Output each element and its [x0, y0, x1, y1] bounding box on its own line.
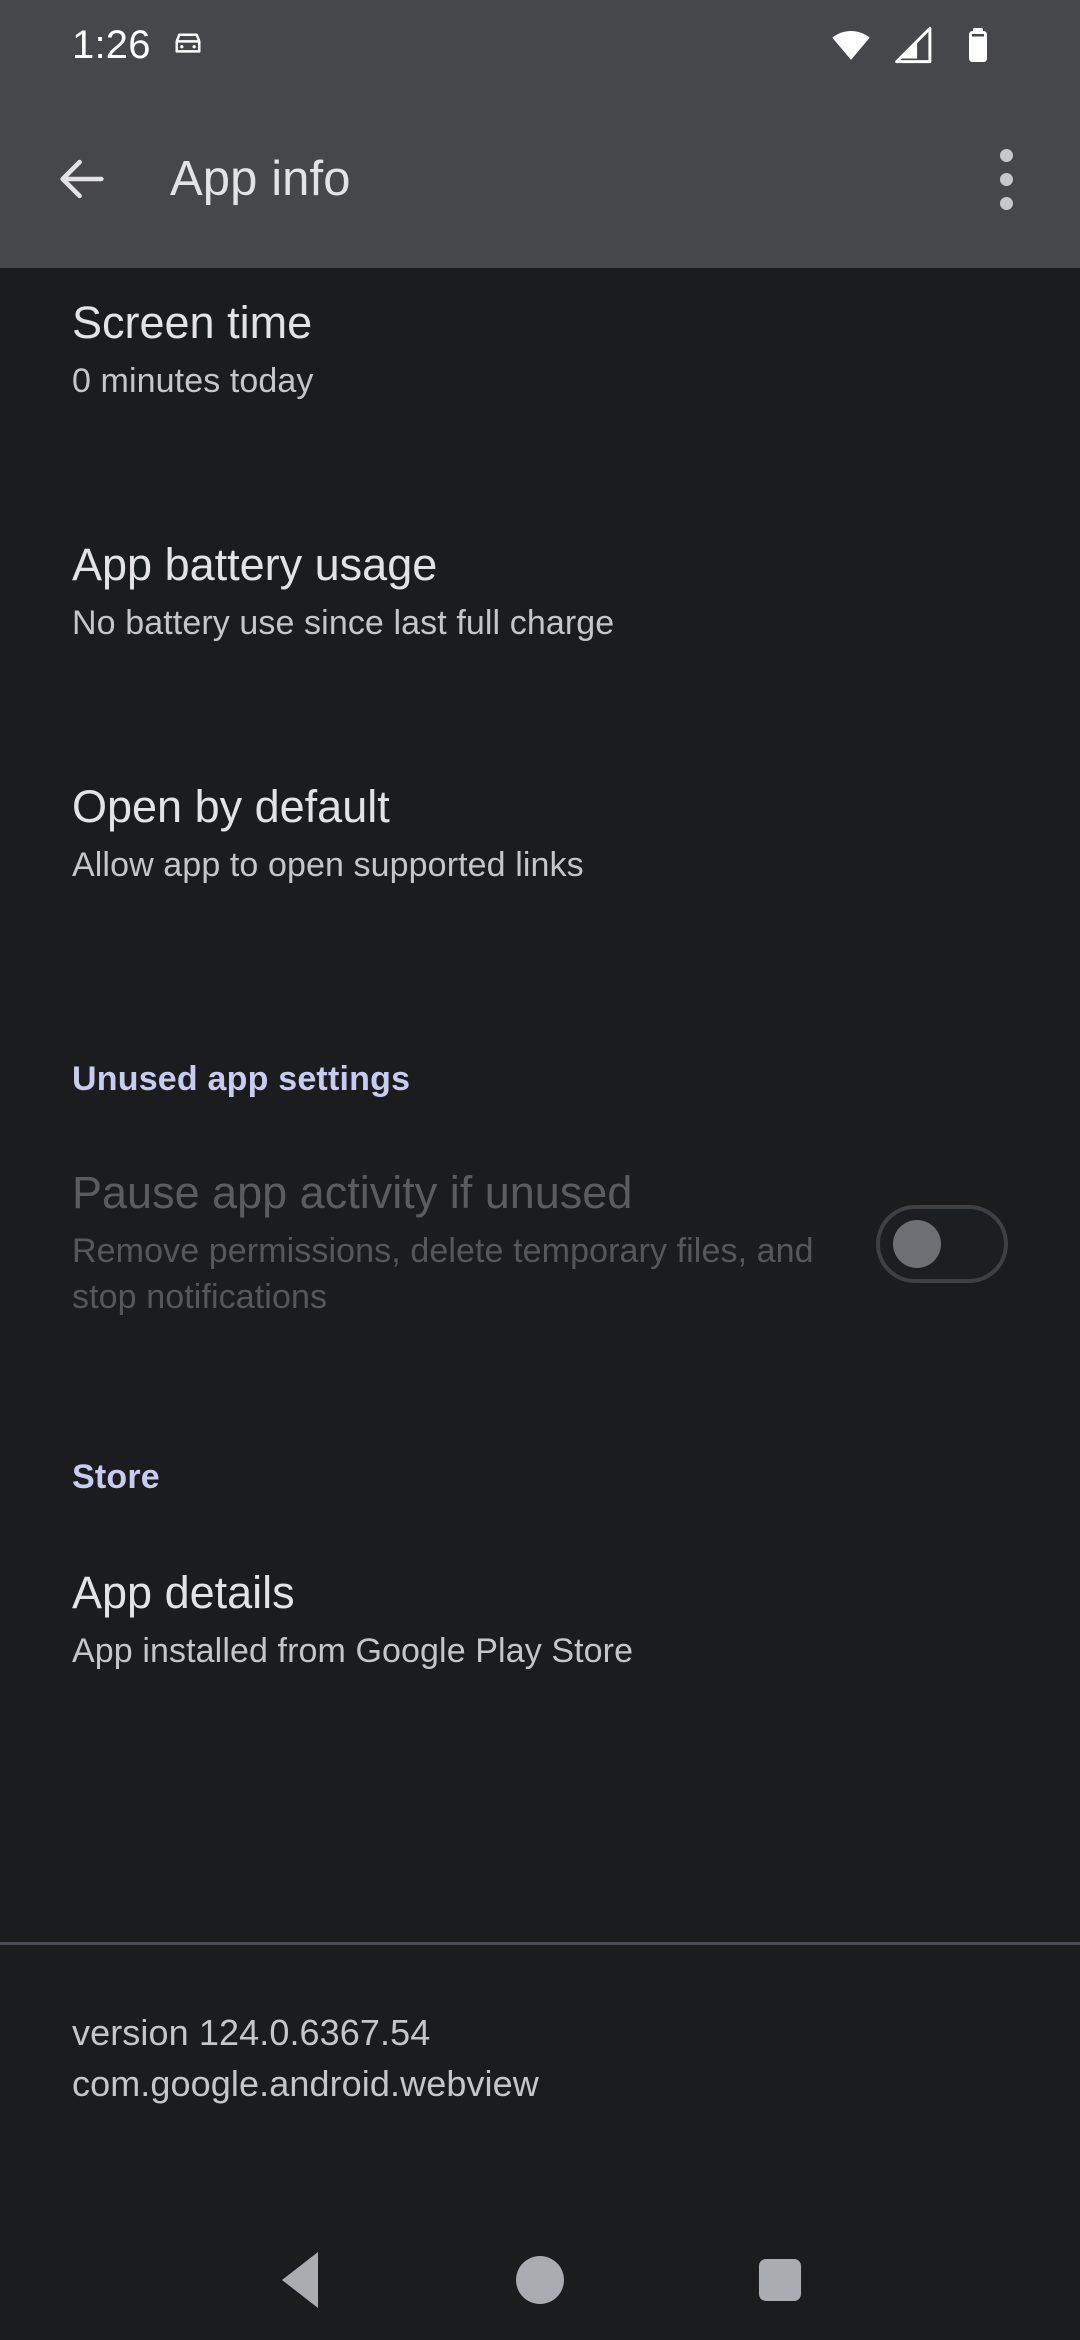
- status-bar-left: 1:26: [0, 25, 207, 65]
- nav-home-icon: [516, 2256, 564, 2304]
- status-bar-right: [830, 24, 1040, 66]
- switch-thumb: [893, 1219, 941, 1268]
- preference-subtitle: No battery use since last full charge: [72, 604, 615, 643]
- cellular-signal-icon: [894, 24, 936, 66]
- preference-title: Screen time: [72, 297, 313, 348]
- back-button[interactable]: [44, 141, 120, 217]
- preference-text: App details App installed from Google Pl…: [72, 1567, 1008, 1675]
- page-title: App info: [170, 152, 351, 206]
- battery-icon: [958, 25, 998, 65]
- preference-open-by-default[interactable]: Open by default Allow app to open suppor…: [0, 781, 1080, 889]
- status-bar-clock: 1:26: [72, 23, 151, 67]
- nav-back-button[interactable]: [246, 2226, 354, 2334]
- preference-pause-app-activity[interactable]: Pause app activity if unused Remove perm…: [0, 1167, 1080, 1320]
- settings-list: Screen time 0 minutes today App battery …: [0, 268, 1080, 1942]
- status-bar: 1:26: [0, 0, 1080, 90]
- preference-subtitle: 0 minutes today: [72, 362, 314, 401]
- preference-title: App battery usage: [72, 539, 438, 590]
- nav-recents-icon: [759, 2259, 801, 2301]
- preference-app-battery-usage[interactable]: App battery usage No battery use since l…: [0, 539, 1080, 647]
- preference-title: Open by default: [72, 781, 390, 832]
- navigation-bar: [0, 2220, 1080, 2340]
- overflow-menu-icon: [999, 148, 1013, 162]
- nav-home-button[interactable]: [486, 2226, 594, 2334]
- preference-app-details[interactable]: App details App installed from Google Pl…: [0, 1567, 1080, 1675]
- nav-recents-button[interactable]: [726, 2226, 834, 2334]
- preference-subtitle: Remove permissions, delete temporary fil…: [72, 1232, 814, 1316]
- preference-subtitle: Allow app to open supported links: [72, 846, 584, 885]
- section-header-unused-app-settings: Unused app settings: [72, 1060, 411, 1098]
- preference-text: Screen time 0 minutes today: [72, 297, 1008, 405]
- preference-title: Pause app activity if unused: [72, 1167, 633, 1218]
- back-arrow-icon: [53, 150, 111, 208]
- pause-app-activity-switch[interactable]: [876, 1204, 1008, 1283]
- app-version-text: version 124.0.6367.54: [72, 2012, 431, 2053]
- preference-subtitle: App installed from Google Play Store: [72, 1632, 634, 1671]
- wifi-icon: [830, 24, 872, 66]
- app-bar: App info: [0, 90, 1080, 268]
- car-icon: [169, 26, 207, 64]
- preference-text: App battery usage No battery use since l…: [72, 539, 1008, 647]
- overflow-menu-icon: [999, 196, 1013, 210]
- overflow-menu-icon: [999, 172, 1013, 186]
- preference-screen-time[interactable]: Screen time 0 minutes today: [0, 297, 1080, 405]
- section-header-store: Store: [72, 1458, 160, 1496]
- nav-back-icon: [282, 2252, 318, 2308]
- app-info-screen: 1:26 App info Screen time 0 minutes toda…: [0, 0, 1080, 2340]
- preference-text: Open by default Allow app to open suppor…: [72, 781, 1008, 889]
- preference-text: Pause app activity if unused Remove perm…: [72, 1167, 836, 1320]
- overflow-menu-button[interactable]: [970, 137, 1042, 221]
- preference-title: App details: [72, 1567, 295, 1618]
- app-version-footer: version 124.0.6367.54 com.google.android…: [0, 1942, 1080, 2220]
- app-package-name: com.google.android.webview: [72, 2063, 539, 2105]
